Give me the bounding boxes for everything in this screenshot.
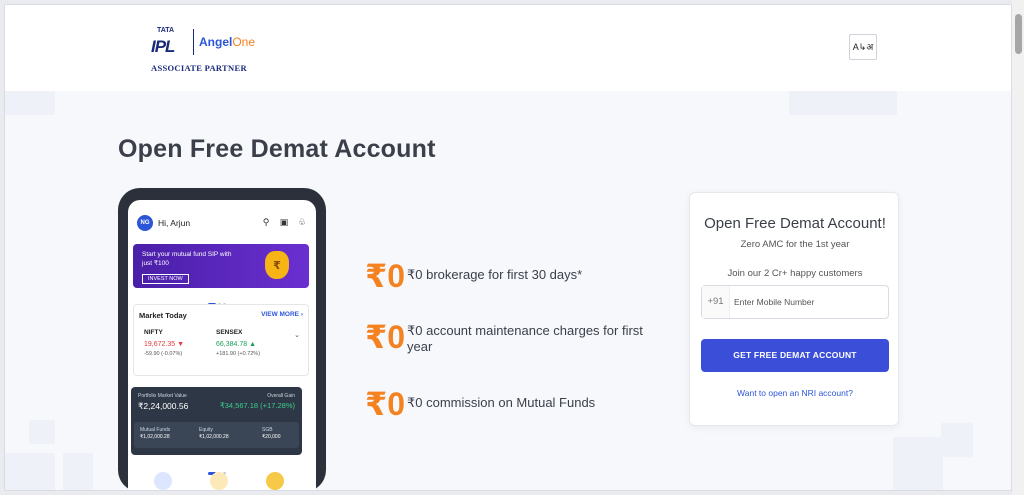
search-icon: ⚲ (262, 217, 270, 227)
app-shortcut-icon (266, 472, 284, 490)
page-title: Open Free Demat Account (118, 135, 436, 163)
one-text: One (232, 35, 256, 49)
mobile-number-input[interactable] (734, 292, 884, 312)
feature-big-value: ₹0 (365, 386, 406, 422)
background-decoration (5, 453, 55, 490)
phone-mockup-image: NG Hi, Arjun ⚲ ▣ ♧ Start your mutual fun… (118, 188, 326, 490)
shield-icon: ▣ (279, 217, 289, 227)
background-decoration (893, 437, 943, 490)
angelone-logo: AngelOne (199, 35, 255, 49)
carousel-dots (208, 293, 232, 306)
holding-item: SGB ₹20,000 (262, 427, 280, 441)
background-decoration (5, 91, 55, 115)
associate-partner-label: ASSOCIATE PARTNER (151, 63, 247, 73)
browser-viewport: TATA IPL AngelOne ASSOCIATE PARTNER A↳अ … (4, 4, 1012, 491)
feature-big-value: ₹0 (365, 258, 406, 294)
sensex-index: SENSEX 66,384.78 ▲ +181.90 (+0.72%) (216, 329, 288, 371)
market-title: Market Today (139, 311, 187, 320)
gain-value: ₹34,567.18 (+17.28%) (219, 401, 295, 410)
money-bag-icon: ₹ (265, 251, 289, 279)
site-header: TATA IPL AngelOne ASSOCIATE PARTNER A↳अ (5, 5, 1011, 91)
nifty-change: -59.90 (-0.07%) (144, 351, 183, 357)
holding-item: Mutual Funds ₹1,02,000.28 (140, 427, 170, 441)
feature-big-value: ₹0 (365, 319, 406, 355)
feature-text: ₹0 brokerage for first 30 days* (407, 267, 583, 282)
language-toggle-button[interactable]: A↳अ (849, 34, 877, 60)
ipl-text: IPL (151, 37, 175, 56)
mobile-number-field[interactable]: +91 (701, 285, 889, 319)
holding-name: Equity (199, 427, 213, 433)
invest-now-button: INVEST NOW (142, 274, 189, 284)
chevron-down-icon: ⌄ (294, 332, 300, 339)
feature-text: ₹0 commission on Mutual Funds (407, 395, 596, 410)
scrollbar-thumb[interactable] (1015, 14, 1022, 54)
bell-icon: ♧ (297, 217, 307, 227)
background-decoration (941, 423, 973, 457)
holding-value: ₹20,000 (262, 434, 281, 440)
feature-text: ₹0 account maintenance charges for first… (407, 323, 643, 354)
view-more-label: VIEW MORE (261, 311, 300, 318)
sensex-name: SENSEX (216, 329, 243, 336)
holding-value: ₹1,02,000.28 (140, 434, 170, 440)
join-text: Join our 2 Cr+ happy customers (727, 268, 863, 279)
market-today-card: Market Today VIEW MORE › NIFTY 19,672.35… (133, 304, 309, 376)
portfolio-card: Portfolio Market Value Overall Gain ₹2,2… (131, 387, 302, 455)
gain-label: Overall Gain (267, 393, 295, 399)
signup-form-card: Open Free Demat Account! Zero AMC for th… (689, 192, 899, 426)
vertical-scrollbar[interactable] (1012, 0, 1024, 495)
carousel-dots (208, 462, 232, 475)
avatar: NG (137, 215, 153, 231)
portfolio-value: ₹2,24,000.56 (138, 401, 189, 411)
tata-text: TATA (157, 27, 175, 34)
view-more-link: VIEW MORE › (261, 311, 303, 318)
portfolio-label: Portfolio Market Value (138, 393, 187, 399)
greeting-text: Hi, Arjun (158, 218, 191, 228)
holdings-row: Mutual Funds ₹1,02,000.28 Equity ₹1,02,000… (134, 422, 299, 448)
sensex-value: 66,384.78 ▲ (216, 341, 257, 348)
phone-screen: NG Hi, Arjun ⚲ ▣ ♧ Start your mutual fun… (128, 200, 316, 490)
nifty-name: NIFTY (144, 329, 163, 336)
form-subheading: Zero AMC for the 1st year (740, 239, 850, 250)
nifty-value: 19,672.35 ▼ (144, 341, 185, 348)
ipl-logo: TATA IPL (137, 27, 187, 57)
form-heading: Open Free Demat Account! (704, 215, 886, 232)
background-decoration (29, 420, 55, 444)
app-shortcut-icon (154, 472, 172, 490)
holding-name: Mutual Funds (140, 427, 171, 433)
holding-value: ₹1,02,000.28 (199, 434, 229, 440)
background-decoration (789, 91, 897, 115)
angel-text: Angel (199, 35, 233, 49)
banner-text: Start your mutual fund SIP with just ₹10… (142, 251, 232, 267)
nifty-index: NIFTY 19,672.35 ▼ -59.90 (-0.07%) (144, 329, 216, 371)
app-shortcut-icon (210, 472, 228, 490)
holding-name: SGB (262, 427, 273, 433)
country-code: +91 (702, 286, 730, 318)
background-decoration (63, 453, 93, 490)
sip-promo-banner: Start your mutual fund SIP with just ₹10… (133, 244, 309, 288)
logo-divider (193, 29, 194, 55)
nri-account-link[interactable]: Want to open an NRI account? (690, 388, 900, 398)
tata-ipl-angelone-logo[interactable]: TATA IPL AngelOne ASSOCIATE PARTNER (137, 23, 267, 79)
holding-item: Equity ₹1,02,000.28 (199, 427, 229, 441)
sensex-change: +181.90 (+0.72%) (216, 351, 261, 357)
get-free-demat-account-button[interactable]: GET FREE DEMAT ACCOUNT (701, 339, 889, 372)
